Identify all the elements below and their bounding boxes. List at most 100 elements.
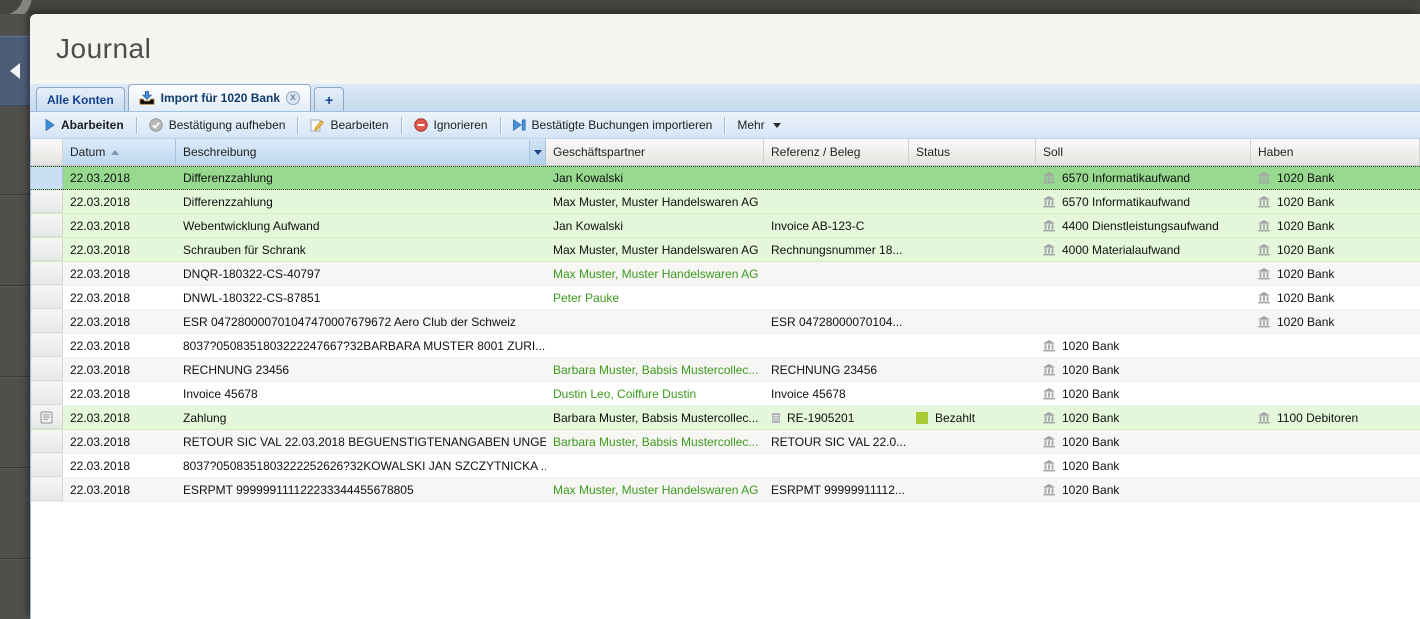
cell-soll: 4000 Materialaufwand bbox=[1036, 238, 1251, 261]
cell-datum: 22.03.2018 bbox=[63, 358, 176, 381]
column-header-beschreibung[interactable]: Beschreibung bbox=[176, 139, 546, 165]
row-indicator[interactable] bbox=[31, 214, 63, 237]
cell-soll: 1020 Bank bbox=[1036, 358, 1251, 381]
table-row[interactable]: 22.03.2018 Schrauben für Schrank Max Mus… bbox=[31, 238, 1420, 262]
cell-geschaeftspartner bbox=[546, 334, 764, 357]
cell-status bbox=[909, 167, 1036, 189]
cell-soll bbox=[1036, 286, 1251, 309]
cell-referenz-beleg bbox=[764, 454, 909, 477]
tab-import-1020-bank[interactable]: Import für 1020 Bank x bbox=[128, 84, 311, 111]
new-tab-button[interactable]: + bbox=[314, 87, 344, 111]
bank-account-icon bbox=[1043, 460, 1055, 472]
table-row[interactable]: 22.03.2018 ESRPMT 9999991111222333444556… bbox=[31, 478, 1420, 502]
close-icon[interactable]: x bbox=[286, 91, 300, 105]
app-window: Journal Alle Konten Import für 1020 Bank… bbox=[0, 0, 1420, 619]
row-indicator[interactable] bbox=[31, 430, 63, 453]
cell-soll: 6570 Informatikaufwand bbox=[1036, 167, 1251, 189]
cell-haben bbox=[1251, 454, 1420, 477]
bank-account-icon bbox=[1043, 436, 1055, 448]
cell-beschreibung: Differenzzahlung bbox=[176, 167, 546, 189]
bank-account-icon bbox=[1258, 412, 1270, 424]
column-header-datum[interactable]: Datum bbox=[63, 139, 176, 165]
cell-status bbox=[909, 262, 1036, 285]
row-indicator[interactable] bbox=[31, 310, 63, 333]
abarbeiten-button[interactable]: Abarbeiten bbox=[36, 114, 133, 136]
cell-haben bbox=[1251, 334, 1420, 357]
row-indicator[interactable] bbox=[31, 238, 63, 261]
page-title: Journal bbox=[56, 33, 151, 65]
toolbar-separator bbox=[136, 117, 137, 134]
cell-datum: 22.03.2018 bbox=[63, 214, 176, 237]
bank-account-icon bbox=[1258, 316, 1270, 328]
bestaetigung-aufheben-button[interactable]: Bestätigung aufheben bbox=[140, 114, 295, 136]
cell-geschaeftspartner: Jan Kowalski bbox=[546, 167, 764, 189]
cell-status bbox=[909, 478, 1036, 501]
check-circle-icon bbox=[149, 118, 163, 132]
table-row[interactable]: 22.03.2018 RETOUR SIC VAL 22.03.2018 BEG… bbox=[31, 430, 1420, 454]
cell-status bbox=[909, 382, 1036, 405]
bearbeiten-button[interactable]: Bearbeiten bbox=[301, 114, 397, 136]
table-row[interactable]: 22.03.2018 DNQR-180322-CS-40797 Max Must… bbox=[31, 262, 1420, 286]
cell-datum: 22.03.2018 bbox=[63, 167, 176, 189]
table-row[interactable]: 22.03.2018 8037?0508351803222252626?32KO… bbox=[31, 454, 1420, 478]
cell-geschaeftspartner: Barbara Muster, Babsis Mustercollec... bbox=[546, 430, 764, 453]
cell-referenz-beleg: RE-1905201 bbox=[764, 406, 909, 429]
table-row[interactable]: 22.03.2018 Invoice 45678 Dustin Leo, Coi… bbox=[31, 382, 1420, 406]
column-menu-button[interactable] bbox=[529, 140, 545, 165]
chevron-down-icon bbox=[773, 123, 781, 128]
cell-datum: 22.03.2018 bbox=[63, 262, 176, 285]
cell-beschreibung: RECHNUNG 23456 bbox=[176, 358, 546, 381]
cell-status bbox=[909, 214, 1036, 237]
column-header-geschaeftspartner[interactable]: Geschäftspartner bbox=[546, 139, 764, 165]
row-indicator[interactable] bbox=[31, 286, 63, 309]
journal-grid: Datum Beschreibung Geschäftspartner Refe… bbox=[30, 139, 1420, 619]
voucher-icon bbox=[40, 411, 53, 424]
play-icon bbox=[45, 119, 55, 131]
table-row[interactable]: 22.03.2018 Webentwicklung Aufwand Jan Ko… bbox=[31, 214, 1420, 238]
row-indicator[interactable] bbox=[31, 262, 63, 285]
row-indicator[interactable] bbox=[31, 406, 63, 429]
cell-beschreibung: 8037?0508351803222252626?32KOWALSKI JAN … bbox=[176, 454, 546, 477]
column-header-referenz-beleg[interactable]: Referenz / Beleg bbox=[764, 139, 909, 165]
tab-alle-konten[interactable]: Alle Konten bbox=[36, 87, 125, 111]
table-row[interactable]: 22.03.2018 Zahlung Barbara Muster, Babsi… bbox=[31, 406, 1420, 430]
table-row[interactable]: 22.03.2018 Differenzzahlung Jan Kowalski bbox=[31, 166, 1420, 190]
cell-beschreibung: ESR 047280000701047470007679672 Aero Clu… bbox=[176, 310, 546, 333]
cell-datum: 22.03.2018 bbox=[63, 238, 176, 261]
cell-beschreibung: Differenzzahlung bbox=[176, 190, 546, 213]
row-indicator[interactable] bbox=[31, 382, 63, 405]
sidebar-collapse-button[interactable] bbox=[0, 36, 30, 106]
row-indicator[interactable] bbox=[31, 478, 63, 501]
cell-status bbox=[909, 310, 1036, 333]
table-row[interactable]: 22.03.2018 8037?0508351803222247667?32BA… bbox=[31, 334, 1420, 358]
table-row[interactable]: 22.03.2018 DNWL-180322-CS-87851 Peter Pa… bbox=[31, 286, 1420, 310]
cell-beschreibung: DNQR-180322-CS-40797 bbox=[176, 262, 546, 285]
cell-geschaeftspartner: Barbara Muster, Babsis Mustercollec... bbox=[546, 406, 764, 429]
column-header-haben[interactable]: Haben bbox=[1251, 139, 1420, 165]
row-indicator[interactable] bbox=[31, 190, 63, 213]
mehr-menu-button[interactable]: Mehr bbox=[728, 114, 789, 136]
bestaetigte-buchungen-importieren-button[interactable]: Bestätigte Buchungen importieren bbox=[504, 114, 722, 136]
ignorieren-button[interactable]: Ignorieren bbox=[405, 114, 497, 136]
cell-datum: 22.03.2018 bbox=[63, 190, 176, 213]
row-indicator[interactable] bbox=[31, 334, 63, 357]
cell-datum: 22.03.2018 bbox=[63, 454, 176, 477]
cell-referenz-beleg: RECHNUNG 23456 bbox=[764, 358, 909, 381]
cell-beschreibung: 8037?0508351803222247667?32BARBARA MUSTE… bbox=[176, 334, 546, 357]
cell-soll bbox=[1036, 262, 1251, 285]
cell-geschaeftspartner: Peter Pauke bbox=[546, 286, 764, 309]
table-row[interactable]: 22.03.2018 ESR 0472800007010474700076796… bbox=[31, 310, 1420, 334]
cell-soll: 1020 Bank bbox=[1036, 334, 1251, 357]
bank-account-icon bbox=[1043, 196, 1055, 208]
row-indicator[interactable] bbox=[31, 358, 63, 381]
bank-account-icon bbox=[1258, 268, 1270, 280]
table-row[interactable]: 22.03.2018 Differenzzahlung Max Muster, … bbox=[31, 190, 1420, 214]
column-header-soll[interactable]: Soll bbox=[1036, 139, 1251, 165]
row-indicator[interactable] bbox=[31, 167, 63, 189]
cell-referenz-beleg: RETOUR SIC VAL 22.0... bbox=[764, 430, 909, 453]
bank-account-icon bbox=[1043, 340, 1055, 352]
table-row[interactable]: 22.03.2018 RECHNUNG 23456 Barbara Muster… bbox=[31, 358, 1420, 382]
cell-geschaeftspartner: Jan Kowalski bbox=[546, 214, 764, 237]
column-header-status[interactable]: Status bbox=[909, 139, 1036, 165]
row-indicator[interactable] bbox=[31, 454, 63, 477]
